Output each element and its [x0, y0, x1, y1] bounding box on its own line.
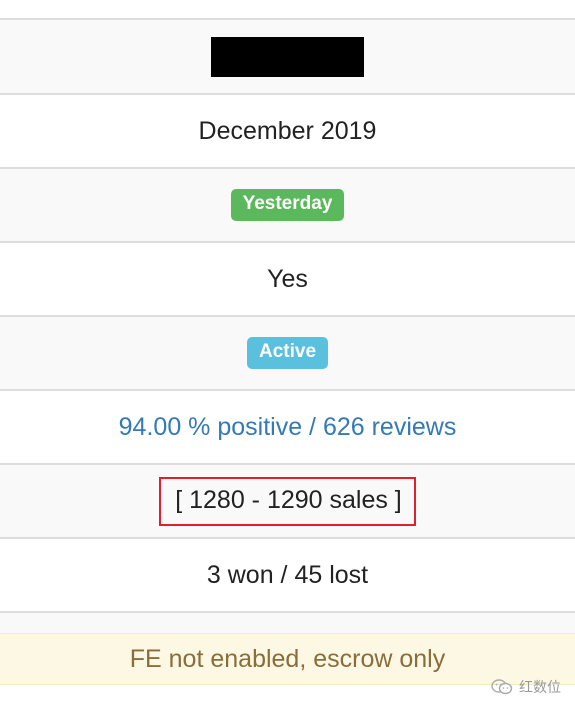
- table-row-verified: Yes: [0, 243, 575, 317]
- vendor-info-table: December 2019 Yesterday Yes Active 94.00…: [0, 0, 575, 712]
- status-badge: Active: [246, 337, 329, 369]
- member-since-value: December 2019: [198, 116, 377, 145]
- table-row-top-edge: [0, 0, 575, 20]
- table-row-sales: [ 1280 - 1290 sales ]: [0, 465, 575, 539]
- table-row-member-since: December 2019: [0, 95, 575, 169]
- redacted-vendor-name: [211, 36, 364, 77]
- table-row-spacer: [0, 613, 575, 633]
- watermark-text: 红数位: [519, 679, 561, 695]
- table-row-disputes: 3 won / 45 lost: [0, 539, 575, 613]
- table-row-status: Active: [0, 317, 575, 391]
- escrow-warning-alert: FE not enabled, escrow only: [0, 633, 575, 685]
- table-row-feedback: 94.00 % positive / 626 reviews: [0, 391, 575, 465]
- sales-count-highlight: [ 1280 - 1290 sales ]: [159, 476, 416, 526]
- bottom-strip: [0, 685, 575, 712]
- verified-value: Yes: [267, 264, 308, 293]
- escrow-warning-text: FE not enabled, escrow only: [129, 644, 446, 673]
- table-row-last-seen: Yesterday: [0, 169, 575, 243]
- wechat-icon: [491, 679, 513, 695]
- watermark: 红数位: [491, 677, 561, 697]
- table-row-vendor-name: [0, 20, 575, 95]
- disputes-value: 3 won / 45 lost: [206, 560, 369, 589]
- feedback-link[interactable]: 94.00 % positive / 626 reviews: [119, 413, 457, 442]
- last-seen-badge: Yesterday: [230, 189, 345, 221]
